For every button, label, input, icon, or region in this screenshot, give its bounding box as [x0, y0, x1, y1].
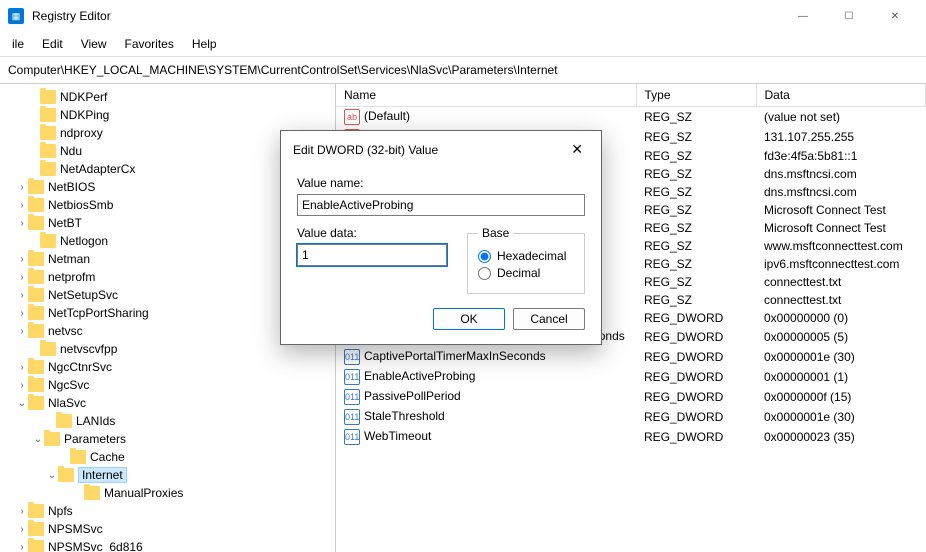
radio-dec[interactable] [478, 267, 491, 280]
radio-hex-label: Hexadecimal [497, 249, 566, 263]
value-data-label: Value data: [297, 226, 447, 240]
cancel-button[interactable]: Cancel [513, 308, 585, 330]
edit-dword-dialog: Edit DWORD (32-bit) Value ✕ Value name: … [280, 130, 602, 345]
dialog-backdrop: Edit DWORD (32-bit) Value ✕ Value name: … [0, 0, 926, 552]
base-legend: Base [478, 226, 513, 240]
radio-dec-label: Decimal [497, 266, 540, 280]
dialog-title: Edit DWORD (32-bit) Value [293, 143, 438, 157]
dialog-titlebar: Edit DWORD (32-bit) Value ✕ [281, 131, 601, 168]
value-name-input[interactable] [297, 194, 585, 216]
value-name-label: Value name: [297, 176, 585, 190]
dialog-close-button[interactable]: ✕ [565, 139, 589, 160]
value-data-input[interactable] [297, 244, 447, 266]
base-fieldset: Base Hexadecimal Decimal [467, 226, 585, 294]
ok-button[interactable]: OK [433, 308, 505, 330]
radio-hex[interactable] [478, 250, 491, 263]
